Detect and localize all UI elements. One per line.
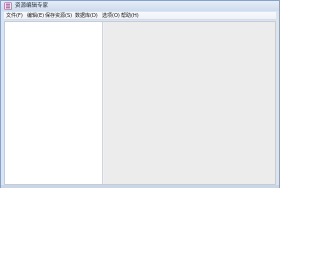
app-icon[interactable] [4, 2, 12, 10]
window-title: 资源编辑专家 [15, 3, 49, 9]
menu-file[interactable]: 文件(F) [6, 12, 23, 20]
app-window: 资源编辑专家 文件(F) 编辑(E) 保存资源(S) 数据库(D) 选项(O) … [0, 0, 280, 188]
content-area [4, 21, 276, 185]
resource-tree-pane[interactable] [5, 22, 103, 184]
menu-options[interactable]: 选项(O) [102, 12, 120, 20]
title-bar[interactable]: 资源编辑专家 [1, 1, 279, 11]
menu-save-resources[interactable]: 保存资源(S) [45, 12, 72, 20]
menu-bar: 文件(F) 编辑(E) 保存资源(S) 数据库(D) 选项(O) 帮助(H) [4, 12, 276, 20]
window-bottom-border [1, 185, 279, 188]
menu-database[interactable]: 数据库(D) [75, 12, 98, 20]
menu-help[interactable]: 帮助(H) [121, 12, 139, 20]
editor-pane[interactable] [104, 22, 275, 184]
menu-edit[interactable]: 编辑(E) [27, 12, 44, 20]
